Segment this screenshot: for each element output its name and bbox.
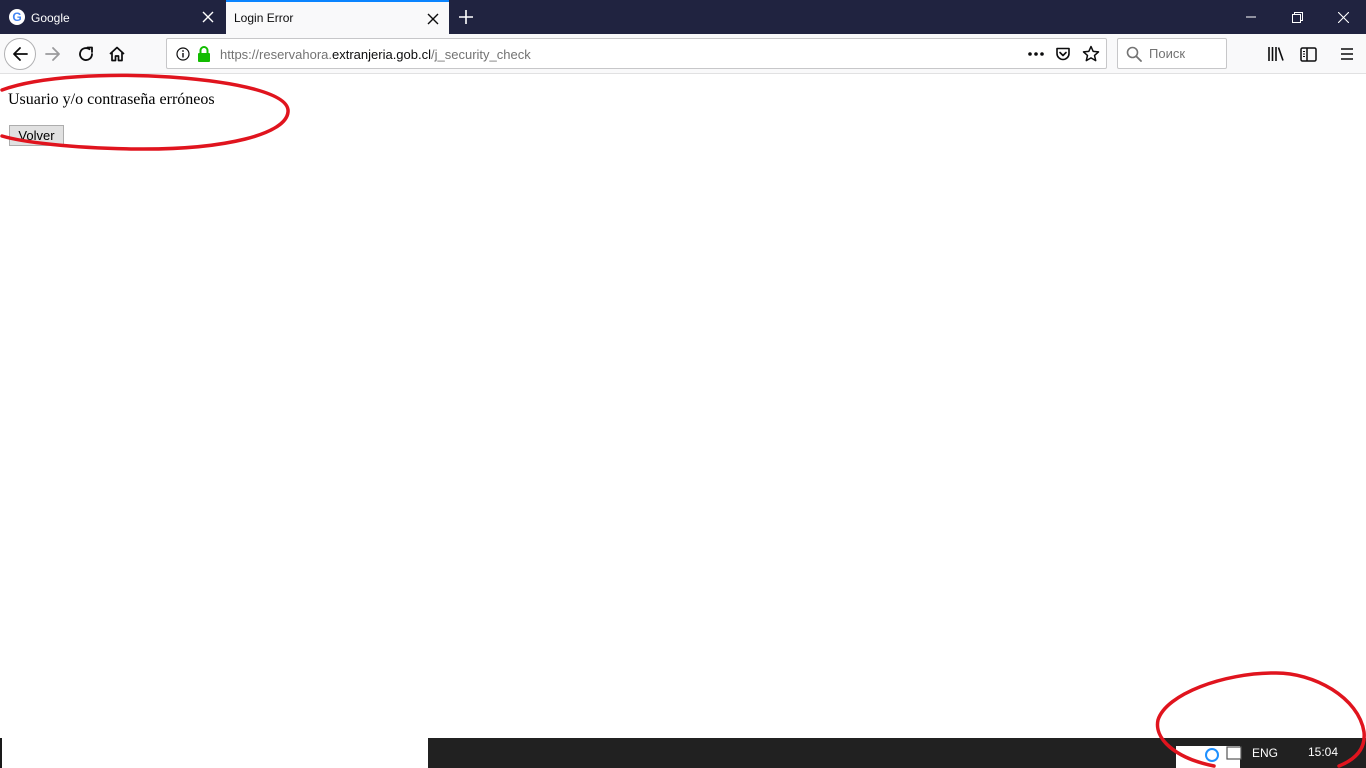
restore-icon[interactable] bbox=[1274, 0, 1320, 34]
close-tab-icon[interactable] bbox=[425, 11, 441, 27]
google-favicon-icon: G bbox=[9, 9, 25, 25]
new-tab-plus-icon[interactable] bbox=[455, 7, 477, 27]
cortana-icon[interactable] bbox=[1204, 747, 1220, 763]
close-tab-icon[interactable] bbox=[200, 9, 216, 25]
back-arrow-icon bbox=[13, 47, 28, 61]
home-button[interactable] bbox=[102, 39, 132, 69]
library-icon bbox=[1268, 47, 1284, 61]
search-input[interactable] bbox=[1149, 39, 1225, 68]
minimize-icon[interactable] bbox=[1228, 0, 1274, 34]
sidebar-button[interactable] bbox=[1294, 40, 1322, 68]
menu-button[interactable] bbox=[1333, 40, 1361, 68]
info-icon[interactable] bbox=[176, 47, 190, 61]
url-prefix: https://reservahora. bbox=[220, 47, 332, 62]
close-window-icon[interactable] bbox=[1320, 0, 1366, 34]
hamburger-menu-icon bbox=[1341, 48, 1353, 60]
url-path: /j_security_check bbox=[431, 47, 531, 62]
tab-google[interactable]: G Google bbox=[0, 0, 224, 34]
volver-button[interactable]: Volver bbox=[9, 125, 64, 146]
tab-title: Google bbox=[31, 11, 70, 25]
url-bar[interactable]: https://reservahora.extranjeria.gob.cl/j… bbox=[166, 38, 1107, 69]
reload-button[interactable] bbox=[71, 39, 101, 69]
forward-button[interactable] bbox=[38, 39, 68, 69]
search-bar[interactable] bbox=[1117, 38, 1227, 69]
page-actions-icon[interactable] bbox=[1027, 46, 1045, 62]
star-icon[interactable] bbox=[1082, 45, 1100, 63]
reload-icon bbox=[79, 46, 93, 61]
back-button[interactable] bbox=[4, 38, 36, 70]
notification-window-icon[interactable] bbox=[1226, 746, 1242, 760]
language-indicator[interactable]: ENG bbox=[1252, 746, 1278, 760]
lock-icon[interactable] bbox=[197, 46, 211, 62]
library-button[interactable] bbox=[1262, 40, 1290, 68]
error-message: Usuario y/o contraseña erróneos bbox=[8, 91, 215, 108]
tab-login-error[interactable]: Login Error bbox=[226, 0, 449, 34]
taskbar: ENG 15:04 bbox=[428, 738, 1366, 768]
home-icon bbox=[109, 46, 125, 62]
taskbar-edge bbox=[0, 738, 2, 768]
sidebar-icon bbox=[1299, 46, 1317, 62]
tab-strip: G Google Login Error bbox=[0, 0, 1366, 34]
navigation-toolbar: https://reservahora.extranjeria.gob.cl/j… bbox=[0, 34, 1366, 74]
url-domain: extranjeria.gob.cl bbox=[332, 47, 431, 62]
tab-title: Login Error bbox=[234, 11, 294, 25]
search-icon bbox=[1126, 46, 1142, 62]
clock[interactable]: 15:04 bbox=[1308, 745, 1338, 759]
url-text[interactable]: https://reservahora.extranjeria.gob.cl/j… bbox=[220, 47, 531, 62]
page-content: Usuario y/o contraseña erróneos Volver bbox=[0, 75, 1366, 738]
forward-arrow-icon bbox=[45, 47, 60, 61]
pocket-icon[interactable] bbox=[1055, 46, 1071, 62]
